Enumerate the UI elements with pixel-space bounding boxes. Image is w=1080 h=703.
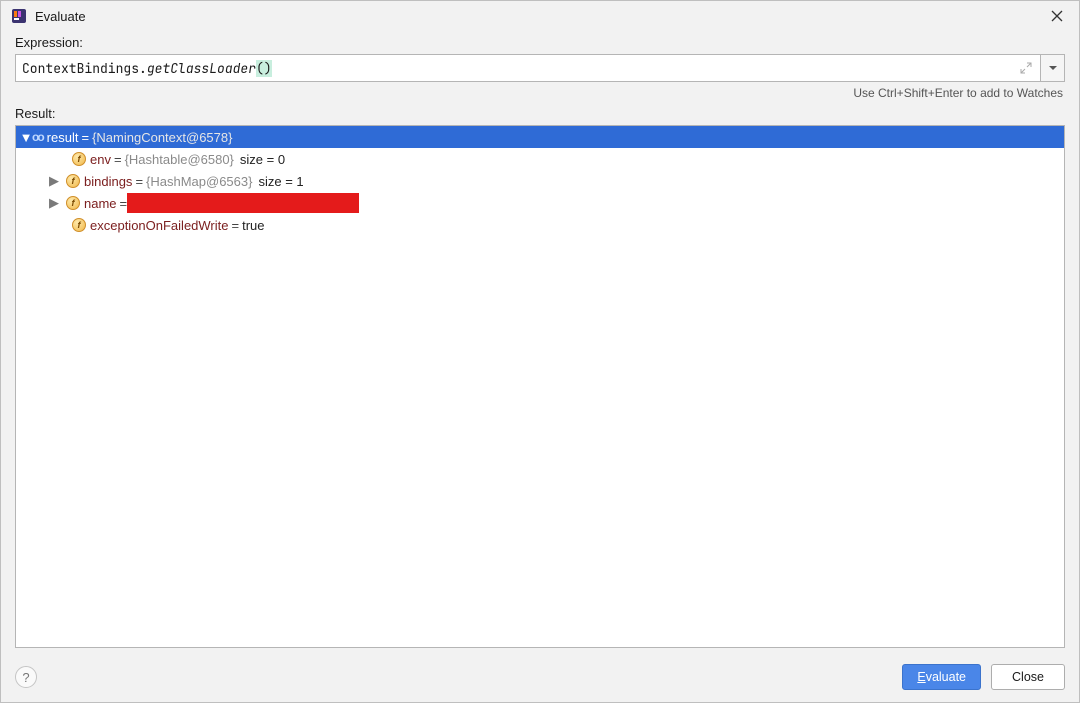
help-button[interactable]: ? — [15, 666, 37, 688]
expression-row: ContextBindings.getClassLoader() — [15, 54, 1065, 82]
chevron-right-icon[interactable]: ▶ — [48, 173, 60, 189]
close-icon[interactable] — [1045, 4, 1069, 28]
expand-icon[interactable] — [1018, 60, 1034, 76]
result-child-name[interactable]: ▶ f name = — [16, 192, 1064, 214]
object-icon: oo — [32, 130, 43, 144]
field-icon: f — [66, 196, 80, 210]
title-bar: Evaluate — [1, 1, 1079, 31]
field-icon: f — [66, 174, 80, 188]
result-root-row[interactable]: ▼ oo result = {NamingContext@6578} — [16, 126, 1064, 148]
window-title: Evaluate — [35, 9, 86, 24]
expression-history-dropdown[interactable] — [1041, 54, 1065, 82]
dialog-footer: ? Evaluate Close — [1, 656, 1079, 702]
redacted-value — [127, 193, 359, 213]
evaluate-button[interactable]: Evaluate — [902, 664, 981, 690]
result-tree[interactable]: ▼ oo result = {NamingContext@6578} f env… — [15, 125, 1065, 648]
result-child-exception[interactable]: f exceptionOnFailedWrite = true — [16, 214, 1064, 236]
watches-hint: Use Ctrl+Shift+Enter to add to Watches — [1, 84, 1079, 106]
expression-code: ContextBindings.getClassLoader() — [22, 60, 272, 77]
chevron-down-icon[interactable]: ▼ — [20, 130, 32, 145]
field-icon: f — [72, 218, 86, 232]
expression-label: Expression: — [1, 31, 1079, 54]
expression-input[interactable]: ContextBindings.getClassLoader() — [15, 54, 1041, 82]
result-child-env[interactable]: f env = {Hashtable@6580} size = 0 — [16, 148, 1064, 170]
chevron-right-icon[interactable]: ▶ — [48, 195, 60, 211]
result-child-bindings[interactable]: ▶ f bindings = {HashMap@6563} size = 1 — [16, 170, 1064, 192]
close-button[interactable]: Close — [991, 664, 1065, 690]
field-icon: f — [72, 152, 86, 166]
app-icon — [11, 8, 27, 24]
result-label: Result: — [1, 106, 1079, 125]
